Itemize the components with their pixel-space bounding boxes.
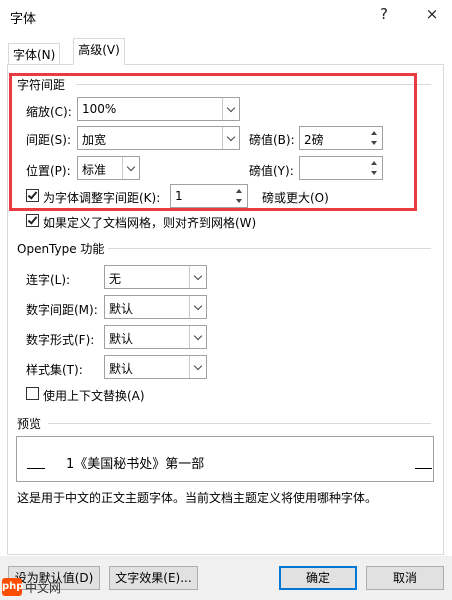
kerning-label: 为字体调整字间距(K): — [43, 191, 161, 205]
position-value: 标准 — [82, 163, 107, 177]
chevron-down-icon[interactable] — [222, 98, 239, 120]
position-pt-label: 磅值(Y): — [249, 164, 294, 178]
spacing-label: 间距(S): — [26, 133, 72, 147]
num-spacing-value: 默认 — [109, 302, 134, 316]
preview-baseline-right — [415, 468, 432, 469]
chevron-down-icon[interactable] — [189, 266, 206, 288]
spacing-pt-spinner[interactable]: 2磅 — [299, 126, 383, 150]
chevron-down-icon[interactable] — [189, 356, 206, 378]
ligatures-value: 无 — [109, 272, 122, 286]
tab-font[interactable]: 字体(N) — [8, 43, 61, 64]
window-title: 字体 — [10, 12, 37, 27]
spacing-combo[interactable]: 加宽 — [77, 126, 240, 150]
cancel-button[interactable]: 取消 — [366, 566, 444, 590]
ok-button[interactable]: 确定 — [279, 566, 357, 590]
char-spacing-divider — [76, 84, 431, 85]
stylistic-value: 默认 — [109, 362, 134, 376]
preview-sample-text: 1《美国秘书处》第一部 — [66, 457, 205, 472]
preview-baseline-left — [27, 468, 45, 469]
opentype-group-title: OpenType 功能 — [17, 242, 105, 256]
position-pt-spinner[interactable] — [299, 156, 383, 180]
preview-description: 这是用于中文的正文主题字体。当前文档主题定义将使用哪种字体。 — [17, 491, 378, 505]
help-button[interactable]: ? — [370, 3, 398, 25]
text-effects-button[interactable]: 文字效果(E)... — [109, 566, 198, 590]
position-label: 位置(P): — [26, 164, 71, 178]
num-spacing-label: 数字间距(M): — [26, 303, 98, 317]
kerning-spinner[interactable]: 1 — [170, 184, 248, 208]
spin-up-icon[interactable] — [367, 157, 382, 168]
position-combo[interactable]: 标准 — [77, 156, 140, 180]
preview-group-title: 预览 — [17, 417, 42, 431]
spin-down-icon[interactable] — [232, 196, 247, 207]
num-forms-label: 数字形式(F): — [26, 333, 95, 347]
chevron-down-icon[interactable] — [189, 296, 206, 318]
watermark: php 中文网 — [2, 578, 61, 596]
ligatures-label: 连字(L): — [26, 273, 71, 287]
contextual-label: 使用上下文替换(A) — [43, 389, 145, 403]
close-button[interactable]: × — [418, 3, 446, 25]
scale-value: 100% — [82, 102, 117, 116]
chevron-down-icon[interactable] — [222, 127, 239, 149]
opentype-divider — [108, 248, 431, 249]
num-forms-combo[interactable]: 默认 — [104, 325, 207, 349]
spin-down-icon[interactable] — [367, 138, 382, 149]
grid-checkbox[interactable] — [26, 214, 39, 227]
preview-box: 1《美国秘书处》第一部 — [16, 436, 434, 482]
spacing-value: 加宽 — [82, 133, 107, 147]
spin-up-icon[interactable] — [232, 185, 247, 196]
tab-advanced[interactable]: 高级(V) — [73, 38, 125, 65]
kerning-checkbox[interactable] — [26, 189, 39, 202]
grid-label: 如果定义了文档网格，则对齐到网格(W) — [43, 216, 257, 230]
contextual-checkbox[interactable] — [26, 387, 39, 400]
num-forms-value: 默认 — [109, 332, 134, 346]
scale-label: 缩放(C): — [26, 105, 72, 119]
spin-up-icon[interactable] — [367, 127, 382, 138]
kerning-suffix: 磅或更大(O) — [262, 191, 329, 205]
watermark-site-text: 中文网 — [25, 580, 62, 595]
scale-combo[interactable]: 100% — [77, 97, 240, 121]
preview-divider — [48, 423, 431, 424]
spin-down-icon[interactable] — [367, 168, 382, 179]
chevron-down-icon[interactable] — [122, 157, 139, 179]
stylistic-label: 样式集(T): — [26, 363, 83, 377]
checkmark-icon — [27, 189, 38, 200]
spacing-pt-label: 磅值(B): — [249, 133, 295, 147]
chevron-down-icon[interactable] — [189, 326, 206, 348]
spacing-pt-value: 2磅 — [304, 133, 324, 147]
kerning-value: 1 — [175, 189, 183, 203]
char-spacing-group-title: 字符间距 — [17, 78, 66, 92]
checkmark-icon — [27, 214, 38, 225]
php-logo: php — [2, 578, 23, 596]
ligatures-combo[interactable]: 无 — [104, 265, 207, 289]
stylistic-combo[interactable]: 默认 — [104, 355, 207, 379]
num-spacing-combo[interactable]: 默认 — [104, 295, 207, 319]
